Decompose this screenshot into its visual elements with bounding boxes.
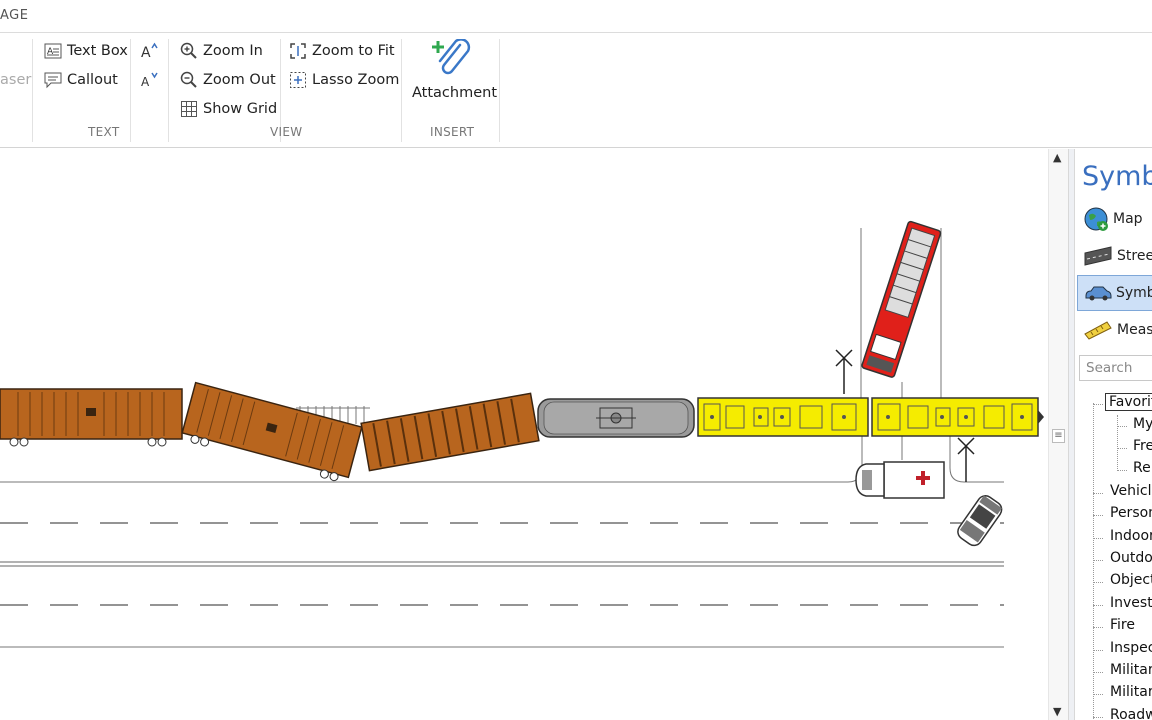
tree-item-favorites[interactable]: Favorit bbox=[1105, 393, 1152, 411]
boxcar-derailed[interactable] bbox=[180, 381, 363, 485]
zoom-out-icon bbox=[180, 71, 197, 88]
flatcar-derailed[interactable] bbox=[360, 392, 540, 472]
title-bar: AGE bbox=[0, 0, 1152, 33]
tree-item[interactable]: Investi bbox=[1110, 595, 1152, 611]
ribbon-divider bbox=[401, 39, 402, 142]
ribbon-divider bbox=[168, 39, 169, 142]
nav-symbols-label: Symbo bbox=[1116, 285, 1152, 301]
eraser-button[interactable]: aser bbox=[0, 68, 31, 92]
callout-icon bbox=[44, 72, 62, 89]
globe-icon bbox=[1084, 207, 1108, 231]
grid-icon bbox=[181, 101, 197, 117]
text-group-label: TEXT bbox=[88, 125, 120, 139]
diagram-canvas[interactable] bbox=[0, 149, 1048, 720]
ribbon-divider bbox=[130, 39, 131, 142]
accident-diagram[interactable] bbox=[0, 149, 1048, 720]
nav-map-label: Map bbox=[1113, 211, 1143, 227]
tree-item[interactable]: Outdo bbox=[1110, 550, 1152, 566]
ribbon-divider bbox=[499, 39, 500, 142]
tree-item[interactable]: Fire bbox=[1110, 617, 1135, 633]
ruler-icon bbox=[1084, 321, 1112, 340]
boxcar-straight[interactable] bbox=[0, 388, 183, 447]
svg-text:A: A bbox=[141, 75, 150, 89]
window-title: AGE bbox=[0, 8, 29, 23]
car-icon bbox=[1085, 286, 1112, 301]
svg-text:A: A bbox=[141, 45, 151, 60]
panel-title: Symbo bbox=[1082, 161, 1152, 192]
nav-measure-label: Measu bbox=[1117, 322, 1152, 338]
nav-street-label: Street bbox=[1117, 248, 1152, 264]
street-icon bbox=[1084, 246, 1112, 266]
lasso-zoom-button[interactable]: Lasso Zoom bbox=[289, 68, 399, 92]
tree-item[interactable]: Object bbox=[1110, 572, 1152, 588]
road-edge-top-right bbox=[949, 430, 1004, 483]
tree-item[interactable]: Inspec bbox=[1110, 640, 1152, 656]
nav-street[interactable]: Street bbox=[1077, 238, 1152, 274]
tree-item[interactable]: Vehicle bbox=[1110, 483, 1152, 499]
zoom-to-fit-icon bbox=[290, 43, 306, 59]
canvas-scrollbar[interactable]: ▲ ≡ ▼ bbox=[1048, 149, 1068, 720]
symbols-panel: Symbo Map Street Symbo Measu Search Favo… bbox=[1074, 149, 1152, 720]
font-decrease-icon: A bbox=[141, 72, 158, 89]
scroll-down-icon[interactable]: ▼ bbox=[1053, 705, 1061, 718]
nav-map[interactable]: Map bbox=[1077, 201, 1152, 237]
zoom-in-button[interactable]: Zoom In bbox=[180, 39, 263, 63]
tree-item[interactable]: Fre bbox=[1133, 438, 1152, 454]
scroll-grip-icon[interactable]: ≡ bbox=[1052, 429, 1065, 443]
zoom-to-fit-label: Zoom to Fit bbox=[312, 43, 395, 59]
zoom-to-fit-button[interactable]: Zoom to Fit bbox=[289, 39, 395, 63]
show-grid-button[interactable]: Show Grid bbox=[180, 97, 277, 121]
zoom-out-label: Zoom Out bbox=[203, 72, 276, 88]
attachment-button[interactable]: Attachment bbox=[410, 39, 498, 111]
railroad-crossing-sign[interactable] bbox=[835, 349, 853, 394]
locomotive-yellow-2[interactable] bbox=[871, 397, 1044, 437]
zoom-out-button[interactable]: Zoom Out bbox=[180, 68, 276, 92]
nav-measure[interactable]: Measu bbox=[1077, 312, 1152, 348]
fire-truck[interactable] bbox=[861, 220, 942, 378]
paperclip-icon bbox=[432, 39, 471, 75]
text-box-icon: A bbox=[44, 43, 62, 59]
text-box-label: Text Box bbox=[67, 43, 128, 59]
locomotive-yellow-1[interactable] bbox=[697, 397, 869, 437]
view-group-label: VIEW bbox=[270, 125, 303, 139]
railroad-crossing-sign[interactable] bbox=[957, 437, 975, 482]
scroll-up-icon[interactable]: ▲ bbox=[1053, 151, 1061, 164]
tree-item[interactable]: My bbox=[1133, 416, 1152, 432]
symbol-search-input[interactable]: Search bbox=[1079, 355, 1152, 381]
tree-item[interactable]: Re bbox=[1133, 460, 1151, 476]
nav-symbols[interactable]: Symbo bbox=[1077, 275, 1152, 311]
increase-font-button[interactable]: A bbox=[140, 39, 158, 63]
lasso-zoom-label: Lasso Zoom bbox=[312, 72, 400, 88]
callout-button[interactable]: Callout bbox=[44, 68, 118, 92]
decrease-font-button[interactable]: A bbox=[140, 68, 158, 92]
zoom-in-label: Zoom In bbox=[203, 43, 263, 59]
ribbon-divider bbox=[32, 39, 33, 142]
tree-item[interactable]: Roadw bbox=[1110, 707, 1152, 720]
tree-item[interactable]: Militar bbox=[1110, 684, 1152, 700]
text-box-button[interactable]: A Text Box bbox=[44, 39, 128, 63]
tank-car[interactable] bbox=[537, 398, 695, 438]
police-car[interactable] bbox=[955, 493, 1005, 549]
tree-item[interactable]: Person bbox=[1110, 505, 1152, 521]
callout-label: Callout bbox=[67, 72, 118, 88]
ambulance[interactable] bbox=[855, 461, 945, 499]
tree-item[interactable]: Militar bbox=[1110, 662, 1152, 678]
zoom-in-icon bbox=[180, 42, 197, 59]
ribbon-toolbar: aser A Text Box Callout A A TEXT Zoom In… bbox=[0, 33, 1152, 148]
lasso-zoom-icon bbox=[290, 72, 306, 88]
show-grid-label: Show Grid bbox=[203, 101, 278, 117]
font-increase-icon: A bbox=[141, 42, 158, 60]
tree-item[interactable]: Indoor bbox=[1110, 528, 1152, 544]
attachment-label: Attachment bbox=[412, 85, 498, 101]
insert-group-label: INSERT bbox=[430, 125, 475, 139]
